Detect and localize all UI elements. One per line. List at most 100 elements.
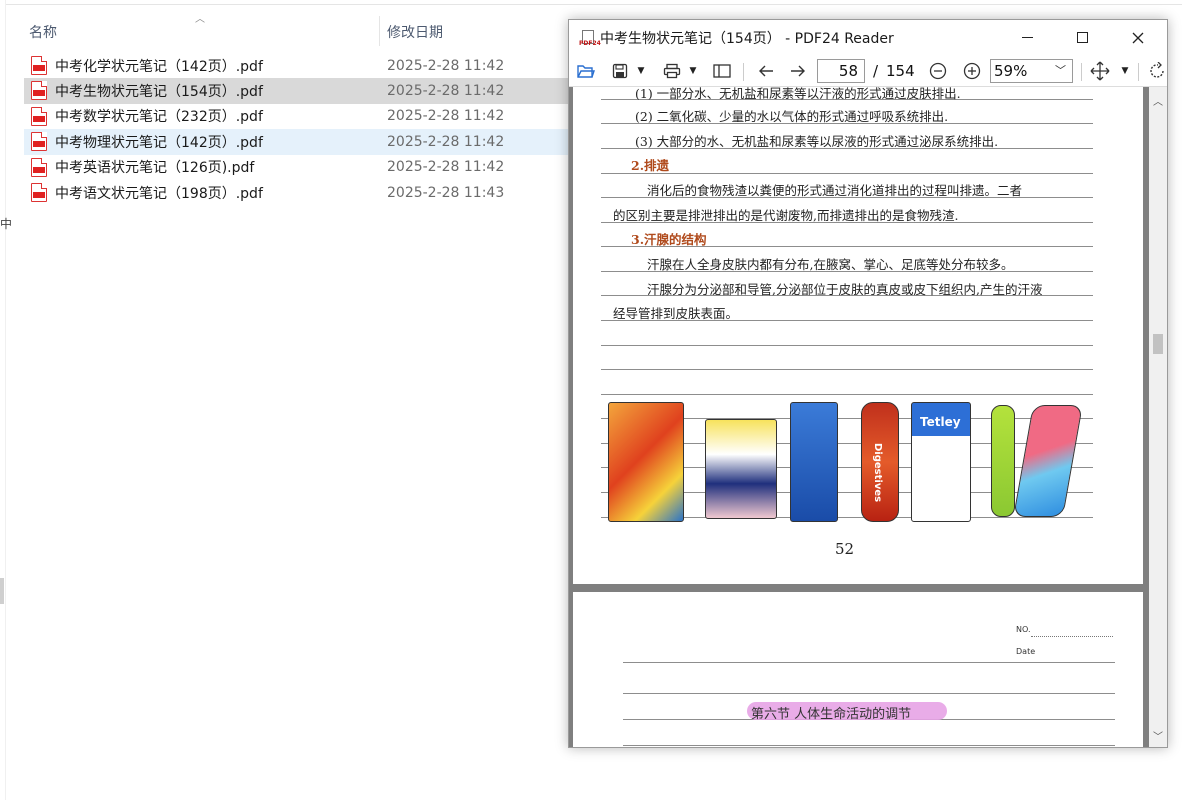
chevron-down-icon: ▼ — [689, 66, 697, 76]
scrollbar-thumb[interactable] — [1153, 334, 1163, 354]
file-row[interactable]: 中考数学状元笔记（232页）.pdf 2025-2-28 11:42 — [24, 104, 584, 129]
sidebar-icon — [713, 64, 731, 78]
chevron-down-icon: ▼ — [1121, 66, 1129, 76]
nav-pane-char: 中 — [0, 217, 13, 231]
sidebar-toggle-button[interactable] — [711, 60, 733, 82]
note-line: 的区别主要是排泄排出的是代谢废物,而排遗排出的是食物残渣. — [613, 208, 959, 223]
snack-drawing-candy — [790, 402, 838, 522]
page-number-input[interactable]: 58 — [817, 59, 865, 83]
snack-drawing-digestives: Digestives — [861, 402, 899, 522]
file-date: 2025-2-28 11:42 — [387, 83, 505, 100]
column-separator[interactable] — [379, 16, 380, 46]
file-date: 2025-2-28 11:42 — [387, 133, 505, 150]
toolbar-divider — [743, 63, 744, 81]
file-row[interactable]: 中考英语状元笔记（126页).pdf 2025-2-28 11:42 — [24, 155, 584, 180]
save-icon — [612, 63, 628, 79]
rotate-button[interactable] — [1149, 60, 1167, 82]
note-line: (3) 大部分的水、无机盐和尿素等以尿液的形式通过泌尿系统排出. — [635, 134, 999, 149]
print-button[interactable] — [661, 60, 683, 82]
zoom-select[interactable]: 59% ﹀ — [990, 59, 1073, 83]
arrow-right-icon — [791, 65, 805, 77]
minimize-button[interactable] — [1004, 20, 1050, 55]
page-separator: / — [873, 62, 879, 80]
file-row[interactable]: 中考语文状元笔记（198页）.pdf 2025-2-28 11:43 — [24, 180, 584, 205]
print-icon — [663, 63, 681, 79]
pdf-file-icon — [31, 132, 47, 152]
scroll-down-icon[interactable]: ﹀ — [1153, 728, 1163, 743]
open-folder-icon — [577, 65, 595, 78]
file-name: 中考数学状元笔记（232页）.pdf — [55, 109, 263, 126]
note-heading: 2.排遗 — [631, 158, 670, 173]
snack-drawing-chips — [608, 402, 684, 522]
nav-pane-edge: 中 — [0, 0, 12, 800]
tetley-label: Tetley — [920, 415, 961, 429]
chevron-down-icon: ﹀ — [1055, 64, 1066, 77]
pdf-file-icon — [31, 56, 47, 75]
file-date: 2025-2-28 11:43 — [387, 184, 505, 201]
pdf24-app-icon: PDF24 — [579, 30, 601, 48]
top-divider — [0, 4, 1182, 5]
snack-drawing-bottle-pink-blue — [1013, 405, 1083, 517]
save-dropdown[interactable]: ▼ — [635, 60, 647, 82]
note-line: 汗腺分为分泌部和导管,分泌部位于皮肤的真皮或皮下组织内,产生的汗液 — [647, 282, 1043, 297]
print-dropdown[interactable]: ▼ — [687, 60, 699, 82]
maximize-button[interactable] — [1059, 20, 1105, 55]
snack-drawing-cake — [705, 419, 777, 519]
toolbar: ▼ ▼ 58 / 154 59% ﹀ ▼ — [569, 55, 1167, 87]
file-date: 2025-2-28 11:42 — [387, 159, 505, 176]
pan-tool-button[interactable] — [1089, 60, 1111, 82]
pdf-page-59: NO. Date 第六节 人体生命活动的调节 — [573, 592, 1143, 747]
note-line: (2) 二氧化碳、少量的水以气体的形式通过呼吸系统排出. — [635, 109, 949, 124]
date-label: Date — [1016, 647, 1036, 656]
zoom-in-button[interactable] — [961, 60, 983, 82]
file-date: 2025-2-28 11:42 — [387, 108, 505, 125]
column-header-name[interactable]: 名称 — [29, 14, 379, 50]
toolbar-divider — [1081, 63, 1082, 81]
file-name: 中考物理状元笔记（142页）.pdf — [55, 134, 263, 151]
pan-tool-dropdown[interactable]: ▼ — [1119, 60, 1131, 82]
window-title: 中考生物状元笔记（154页） - PDF24 Reader — [600, 31, 894, 47]
note-line: 汗腺在人全身皮肤内都有分布,在腋窝、掌心、足底等处分布较多。 — [647, 257, 1014, 272]
maximize-icon — [1076, 32, 1088, 43]
file-list: 中考化学状元笔记（142页）.pdf 2025-2-28 11:42 中考生物状… — [24, 53, 584, 205]
close-button[interactable] — [1115, 20, 1161, 55]
nav-pane-scrollbar[interactable] — [0, 578, 4, 604]
no-label: NO. — [1016, 625, 1031, 634]
arrow-left-icon — [759, 65, 773, 77]
vertical-scrollbar[interactable]: ︿ ﹀ — [1149, 87, 1167, 747]
note-line: (1) 一部分水、无机盐和尿素等以汗液的形式通过皮肤排出. — [635, 87, 961, 101]
document-view[interactable]: (1) 一部分水、无机盐和尿素等以汗液的形式通过皮肤排出. (2) 二氧化碳、少… — [569, 87, 1149, 747]
file-name: 中考英语状元笔记（126页).pdf — [55, 160, 255, 177]
file-row-selected[interactable]: 中考生物状元笔记（154页）.pdf 2025-2-28 11:42 — [24, 78, 584, 104]
chapter-title: 第六节 人体生命活动的调节 — [751, 707, 912, 722]
save-button[interactable] — [609, 60, 631, 82]
scroll-up-icon[interactable]: ︿ — [1153, 93, 1163, 108]
pdf-reader-window: PDF24 中考生物状元笔记（154页） - PDF24 Reader ▼ ▼ — [568, 19, 1168, 748]
pdf-file-icon — [31, 157, 47, 177]
close-icon — [1132, 32, 1144, 43]
page-number-label: 52 — [835, 540, 855, 558]
file-row[interactable]: 中考化学状元笔记（142页）.pdf 2025-2-28 11:42 — [24, 53, 584, 78]
digestives-label: Digestives — [872, 443, 883, 503]
file-date: 2025-2-28 11:42 — [387, 57, 505, 74]
column-header-date[interactable]: 修改日期 — [387, 14, 567, 50]
zoom-in-icon — [963, 62, 981, 80]
note-line: 经导管排到皮肤表面。 — [613, 306, 739, 321]
note-heading: 3.汗腺的结构 — [631, 232, 707, 247]
chevron-down-icon: ▼ — [637, 66, 645, 76]
next-page-button[interactable] — [787, 60, 809, 82]
open-folder-button[interactable] — [575, 60, 597, 82]
file-name: 中考化学状元笔记（142页）.pdf — [55, 58, 263, 75]
file-row-hover[interactable]: 中考物理状元笔记（142页）.pdf 2025-2-28 11:42 — [24, 129, 584, 155]
pdf-page-58: (1) 一部分水、无机盐和尿素等以汗液的形式通过皮肤排出. (2) 二氧化碳、少… — [573, 87, 1143, 584]
snack-drawing-tetley: Tetley — [911, 402, 971, 522]
previous-page-button[interactable] — [755, 60, 777, 82]
no-dotted-line — [1031, 636, 1113, 637]
pdf-file-icon — [31, 182, 47, 202]
pdf-file-icon — [31, 81, 47, 101]
title-bar[interactable]: PDF24 中考生物状元笔记（154页） - PDF24 Reader — [569, 20, 1167, 55]
total-pages: 154 — [886, 62, 915, 80]
zoom-out-button[interactable] — [927, 60, 949, 82]
rotate-icon — [1150, 62, 1164, 78]
pdf-file-icon — [31, 106, 47, 126]
